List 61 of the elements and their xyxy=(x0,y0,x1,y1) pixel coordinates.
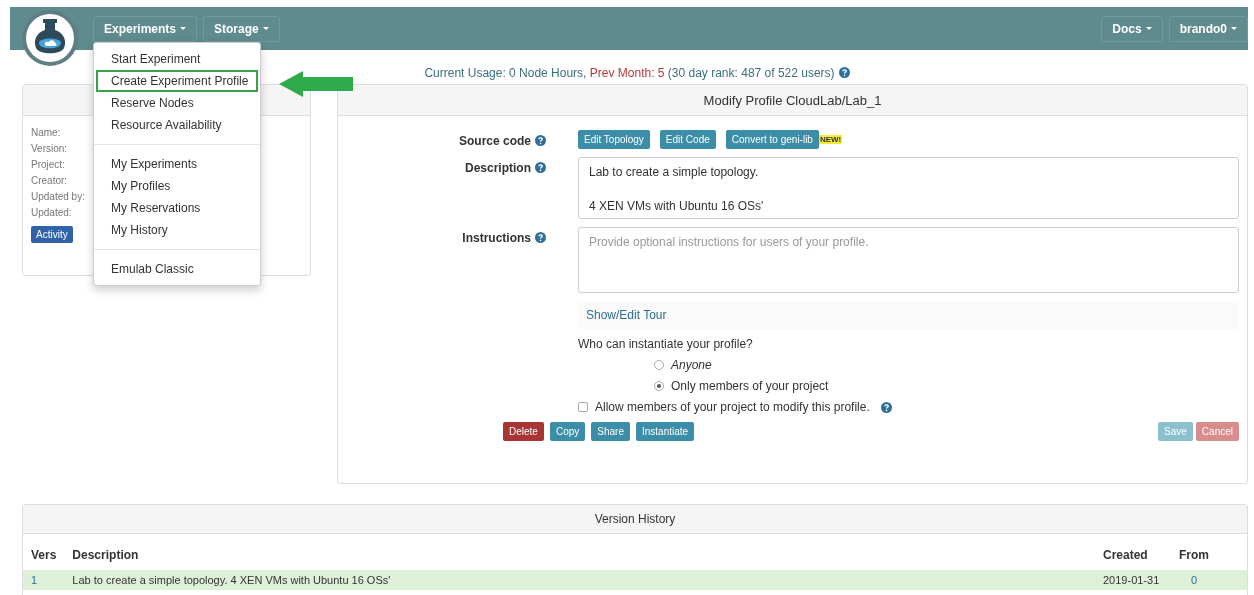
field-label: Name: xyxy=(31,126,61,139)
nav-menu-button[interactable]: Storage xyxy=(203,15,280,42)
question-text: Who can instantiate your profile? xyxy=(578,337,754,351)
activity-button[interactable]: Activity xyxy=(31,226,73,243)
menu-item[interactable]: Resource Availability xyxy=(96,114,258,136)
usage-summary: Current Usage: 0 Node Hours, Prev Month: 5 (30 day rank: 487 of 522 users) xyxy=(424,66,835,80)
caret-icon xyxy=(1231,27,1237,30)
help-icon xyxy=(535,162,546,173)
menu-item[interactable]: My History xyxy=(96,219,258,241)
menu-item[interactable]: Emulab Classic xyxy=(96,258,258,280)
action-button[interactable]: Copy xyxy=(549,422,586,441)
panel-title: Version History xyxy=(594,512,676,526)
caret-icon xyxy=(180,27,187,30)
nav-menu-button[interactable]: brando0 xyxy=(1168,15,1248,42)
source-code-button[interactable]: Convert to geni-lib xyxy=(725,130,819,149)
menu-item[interactable]: My Profiles xyxy=(96,175,258,197)
instructions-field[interactable]: Provide optional instructions for users of your profile. xyxy=(578,227,1239,293)
table-cell: Lab to create a simple topology. 4 XEN VMs with Ubuntu 16 OSs' xyxy=(64,570,1095,590)
field-label: Project: xyxy=(31,158,65,171)
help-icon xyxy=(535,135,546,146)
field-label: Version: xyxy=(31,142,68,155)
logo-icon[interactable] xyxy=(21,8,79,68)
table-cell[interactable]: 0 xyxy=(1171,570,1247,590)
checkbox-label: Allow members of your project to modify this profile. xyxy=(595,400,870,414)
menu-item[interactable]: My Experiments xyxy=(96,153,258,175)
action-button[interactable]: Delete xyxy=(503,422,544,441)
help-icon xyxy=(838,67,850,78)
field-label: Updated: xyxy=(31,206,72,219)
panel-title: Modify Profile CloudLab/Lab_1 xyxy=(703,92,882,108)
caret-icon xyxy=(1145,27,1152,30)
radio-button[interactable] xyxy=(654,360,664,370)
checkbox[interactable] xyxy=(578,402,588,412)
radio-button[interactable] xyxy=(654,381,664,391)
column-header: Vers xyxy=(23,540,65,570)
menu-item[interactable]: Start Experiment xyxy=(96,48,258,70)
radio-label: Anyone xyxy=(671,358,712,372)
show-edit-tour-link[interactable]: Show/Edit Tour xyxy=(586,308,667,322)
field-label: Updated by: xyxy=(31,190,85,203)
column-header: Description xyxy=(64,540,1095,570)
radio-label: Only members of your project xyxy=(671,379,829,393)
nav-menu-button[interactable]: Docs xyxy=(1101,15,1163,42)
table-cell[interactable]: 1 xyxy=(23,570,65,590)
caret-icon xyxy=(262,27,269,30)
field-label: Description xyxy=(465,161,531,175)
field-label: Creator: xyxy=(31,174,68,187)
source-code-button[interactable]: Edit Code xyxy=(659,130,716,149)
new-badge: NEW! xyxy=(818,135,843,144)
column-header: From xyxy=(1171,540,1247,570)
field-label: Source code xyxy=(458,134,531,148)
action-button[interactable]: Share xyxy=(591,422,630,441)
action-button[interactable]: Instantiate xyxy=(635,422,695,441)
help-icon xyxy=(880,401,892,413)
table-cell: 2019-01-31 xyxy=(1095,570,1171,590)
menu-item[interactable]: My Reservations xyxy=(96,197,258,219)
menu-item[interactable]: Create Experiment Profile xyxy=(96,70,258,92)
help-icon xyxy=(535,232,546,243)
column-header: Created xyxy=(1095,540,1171,570)
field-label: Instructions xyxy=(462,231,531,245)
description-field[interactable]: Lab to create a simple topology. 4 XEN VMs with Ubuntu 16 OSs' xyxy=(578,157,1239,219)
source-code-button[interactable]: Edit Topology xyxy=(578,130,650,149)
nav-menu-button[interactable]: Experiments xyxy=(93,15,198,42)
